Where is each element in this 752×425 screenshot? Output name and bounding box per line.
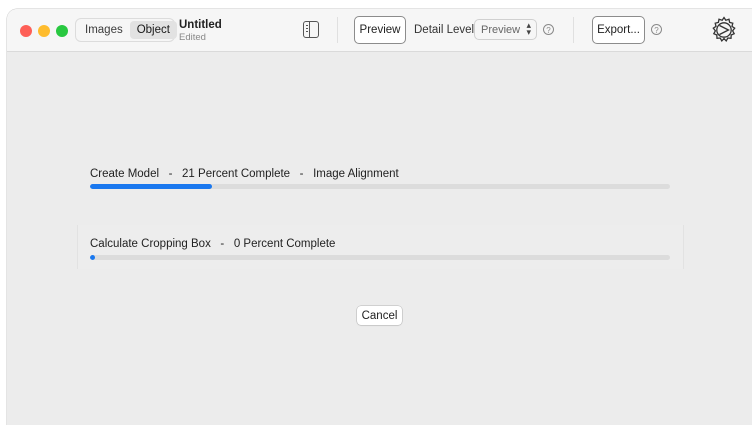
toolbar-divider (337, 17, 338, 43)
document-title: Untitled (179, 19, 222, 31)
minimize-window-button[interactable] (38, 25, 50, 37)
task-label-create-model: Create Model - 21 Percent Complete - Ima… (90, 168, 399, 180)
tab-images[interactable]: Images (78, 21, 130, 39)
cancel-button[interactable]: Cancel (357, 306, 402, 325)
progress-bar-create-model (90, 184, 670, 189)
gear-icon[interactable] (709, 15, 739, 45)
progress-fill (90, 255, 95, 260)
preview-button[interactable]: Preview (354, 16, 406, 44)
toolbar-divider (573, 17, 574, 43)
progress-fill (90, 184, 212, 189)
progress-bar-cropping-box (90, 255, 670, 260)
toolbar: Images Object Untitled Edited Preview De… (7, 9, 752, 52)
tab-object[interactable]: Object (129, 21, 177, 39)
app-window: Images Object Untitled Edited Preview De… (7, 9, 752, 425)
export-button[interactable]: Export... (592, 16, 645, 44)
help-icon[interactable]: ? (651, 24, 662, 35)
task-label-cropping-box: Calculate Cropping Box - 0 Percent Compl… (90, 238, 336, 250)
detail-level-select[interactable]: Preview ▴ ▾ (474, 19, 537, 40)
document-status: Edited (179, 32, 206, 43)
maximize-window-button[interactable] (56, 25, 68, 37)
mode-segmented-control: Images Object (75, 18, 177, 42)
close-window-button[interactable] (20, 25, 32, 37)
chevron-up-down-icon: ▴ ▾ (526, 20, 531, 37)
help-icon[interactable]: ? (543, 24, 554, 35)
sidebar-toggle-icon[interactable] (303, 21, 319, 38)
detail-level-label: Detail Level (414, 24, 475, 36)
detail-level-value: Preview (481, 23, 521, 36)
